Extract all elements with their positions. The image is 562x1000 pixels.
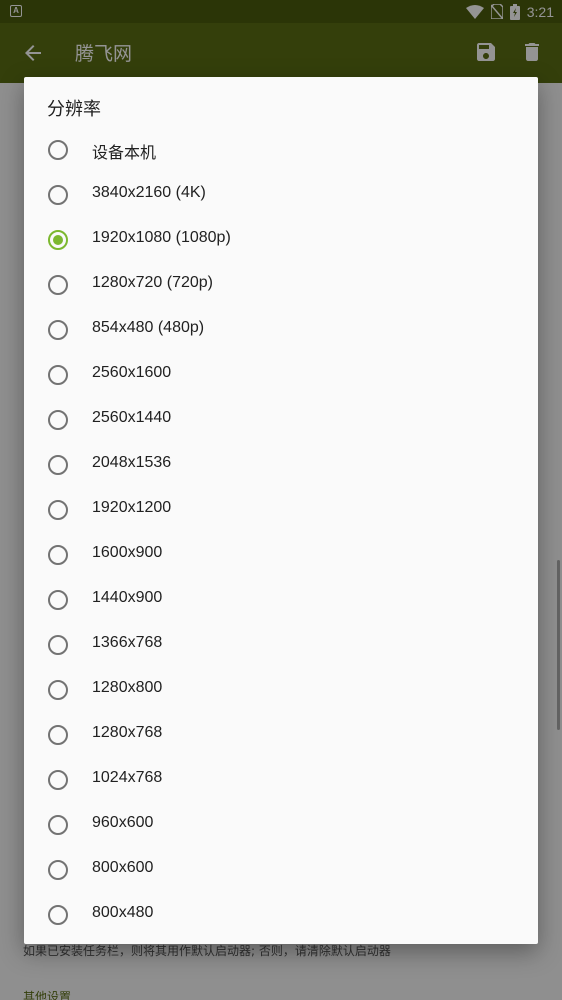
radio-button[interactable] <box>48 410 68 430</box>
resolution-options-list: 设备本机 3840x2160 (4K) 1920x1080 (1080p) 1280x… <box>24 127 538 937</box>
radio-button[interactable] <box>48 635 68 655</box>
resolution-option[interactable]: 800x600 <box>24 847 538 892</box>
resolution-option-label: 1920x1200 <box>92 499 172 516</box>
resolution-option-label: 854x480 (480p) <box>92 319 205 336</box>
resolution-option[interactable]: 1600x900 <box>24 532 538 577</box>
resolution-option[interactable]: 854x480 (480p) <box>24 307 538 352</box>
resolution-option-label: 800x480 <box>92 904 154 921</box>
radio-button[interactable] <box>48 185 68 205</box>
resolution-option-label: 1600x900 <box>92 544 163 561</box>
resolution-option[interactable]: 2048x1536 <box>24 442 538 487</box>
radio-button[interactable] <box>48 275 68 295</box>
radio-button[interactable] <box>48 455 68 475</box>
resolution-option[interactable]: 1280x768 <box>24 712 538 757</box>
resolution-option[interactable]: 1280x800 <box>24 667 538 712</box>
radio-button[interactable] <box>48 725 68 745</box>
radio-button[interactable] <box>48 590 68 610</box>
resolution-option-label: 2560x1600 <box>92 364 172 381</box>
radio-button[interactable] <box>48 365 68 385</box>
resolution-option[interactable]: 960x600 <box>24 802 538 847</box>
resolution-option[interactable]: 3840x2160 (4K) <box>24 172 538 217</box>
radio-button[interactable] <box>48 500 68 520</box>
resolution-option-label: 800x600 <box>92 859 154 876</box>
radio-button[interactable] <box>48 680 68 700</box>
resolution-option[interactable]: 1440x900 <box>24 577 538 622</box>
resolution-option-label: 1280x720 (720p) <box>92 274 213 291</box>
resolution-option[interactable]: 1280x720 (720p) <box>24 262 538 307</box>
resolution-option-label: 1280x800 <box>92 679 163 696</box>
radio-button-checked[interactable] <box>48 230 68 250</box>
resolution-option-label: 2560x1440 <box>92 409 172 426</box>
resolution-option[interactable]: 2560x1600 <box>24 352 538 397</box>
resolution-option[interactable]: 1920x1200 <box>24 487 538 532</box>
dialog-title: 分辨率 <box>47 99 101 120</box>
resolution-option[interactable]: 2560x1440 <box>24 397 538 442</box>
resolution-option-label: 1280x768 <box>92 724 163 741</box>
resolution-dialog: 分辨率 设备本机 3840x2160 (4K) 1920x1080 (1080p) 1… <box>24 77 538 944</box>
resolution-option[interactable]: 1920x1080 (1080p) <box>24 217 538 262</box>
resolution-option[interactable]: 1366x768 <box>24 622 538 667</box>
radio-button[interactable] <box>48 320 68 340</box>
resolution-option-label: 1366x768 <box>92 634 163 651</box>
resolution-option[interactable]: 设备本机 <box>24 127 538 172</box>
resolution-option-label: 设备本机 <box>92 145 157 162</box>
radio-button[interactable] <box>48 140 68 160</box>
radio-button[interactable] <box>48 770 68 790</box>
radio-button[interactable] <box>48 815 68 835</box>
radio-button[interactable] <box>48 860 68 880</box>
screen: 如果已安装任务栏，则将其用作默认启动器; 否则，请清除默认启动器 其他设置 腾飞… <box>0 0 562 1000</box>
resolution-option-label: 1440x900 <box>92 589 163 606</box>
resolution-option-label: 1024x768 <box>92 769 163 786</box>
resolution-option[interactable]: 1024x768 <box>24 757 538 802</box>
radio-button[interactable] <box>48 905 68 925</box>
resolution-option-label: 3840x2160 (4K) <box>92 184 206 201</box>
radio-button[interactable] <box>48 545 68 565</box>
resolution-option-label: 960x600 <box>92 814 154 831</box>
resolution-option[interactable]: 800x480 <box>24 892 538 937</box>
resolution-option-label: 2048x1536 <box>92 454 172 471</box>
resolution-option-label: 1920x1080 (1080p) <box>92 229 231 246</box>
